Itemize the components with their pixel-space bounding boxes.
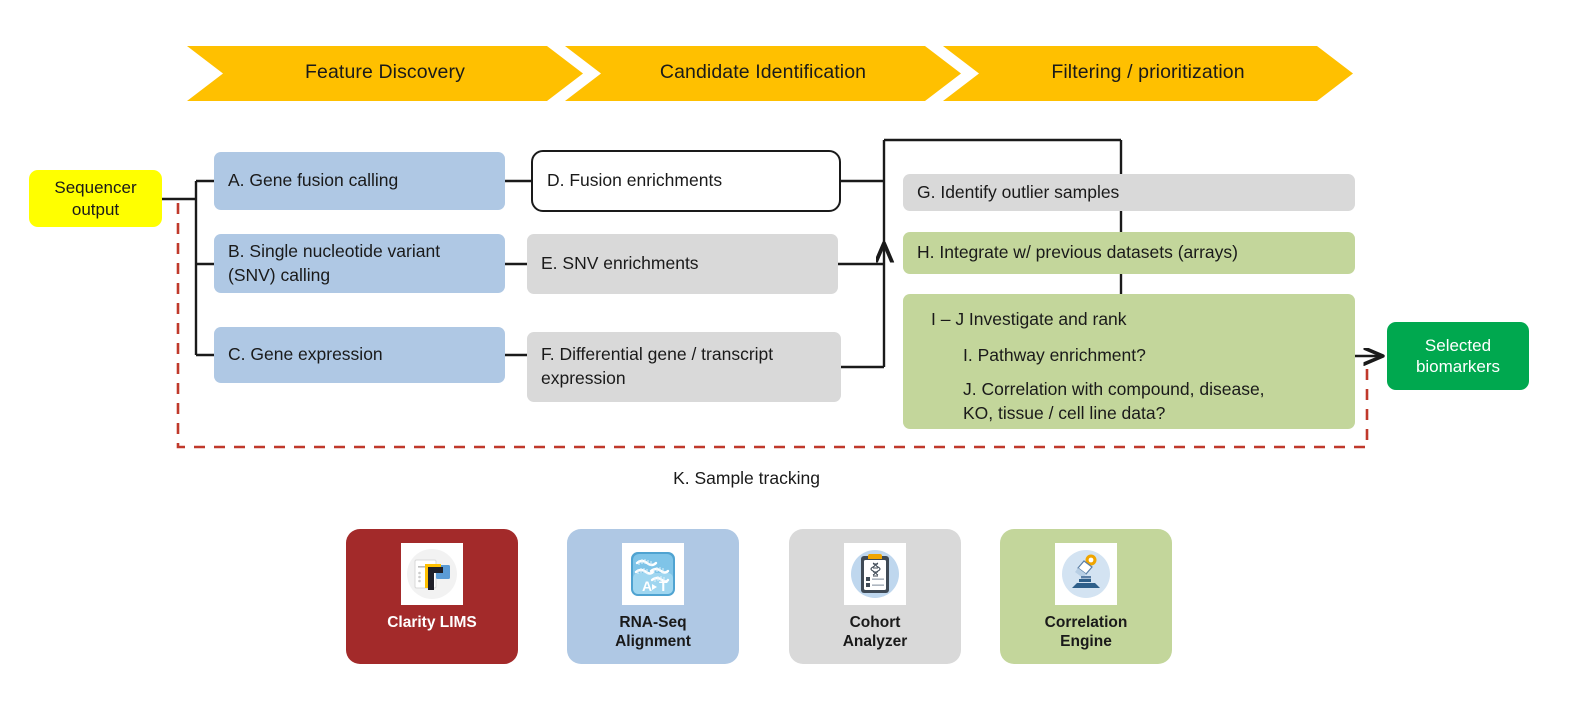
svg-text:T: T	[659, 578, 668, 594]
phase-segment-feature-discovery: Feature Discovery	[187, 46, 583, 101]
sequencer-output-label: Sequencer output	[54, 178, 137, 219]
sample-tracking-caption: K. Sample tracking	[0, 468, 1573, 489]
step-f-label: F. Differential gene / transcript expres…	[541, 344, 774, 388]
clipboard-cohort-icon	[844, 543, 906, 605]
step-c-gene-expression: C. Gene expression	[214, 327, 505, 383]
phase-label: Feature Discovery	[305, 61, 465, 83]
step-g-identify-outlier-samples: G. Identify outlier samples	[903, 174, 1355, 211]
step-a-gene-fusion-calling: A. Gene fusion calling	[214, 152, 505, 210]
product-tile-correlation-engine[interactable]: Correlation Engine	[1000, 529, 1172, 664]
step-h-label: H. Integrate w/ previous datasets (array…	[917, 242, 1238, 263]
phase-label: Filtering / prioritization	[1051, 61, 1245, 83]
step-i-sub-label: I. Pathway enrichment?	[963, 344, 1146, 365]
product-label: RNA-Seq Alignment	[615, 614, 691, 650]
microscope-icon	[1055, 543, 1117, 605]
step-b-snv-calling: B. Single nucleotide variant (SNV) calli…	[214, 234, 505, 293]
lims-document-icon	[401, 543, 463, 605]
workflow-diagram: Feature Discovery Candidate Identificati…	[0, 0, 1573, 707]
step-d-label: D. Fusion enrichments	[547, 170, 723, 191]
step-h-integrate-previous-datasets: H. Integrate w/ previous datasets (array…	[903, 232, 1355, 274]
step-b-label: B. Single nucleotide variant (SNV) calli…	[228, 240, 441, 285]
step-e-snv-enrichments: E. SNV enrichments	[527, 234, 838, 294]
selected-biomarkers-node: Selected biomarkers	[1387, 322, 1529, 390]
phase-label: Candidate Identification	[659, 61, 867, 83]
step-g-label: G. Identify outlier samples	[917, 181, 1120, 202]
step-d-fusion-enrichments: D. Fusion enrichments	[531, 150, 841, 212]
step-e-label: E. SNV enrichments	[541, 253, 699, 274]
svg-text:A: A	[642, 578, 652, 594]
step-ij-heading: I – J Investigate and rank	[931, 309, 1127, 329]
selected-biomarkers-label: Selected biomarkers	[1415, 335, 1501, 376]
product-label: Clarity LIMS	[387, 614, 477, 631]
sample-tracking-label: K. Sample tracking	[673, 468, 820, 488]
product-tile-cohort-analyzer[interactable]: Cohort Analyzer	[789, 529, 961, 664]
phase-segment-candidate-identification: Candidate Identification	[565, 46, 961, 101]
phase-banner: Feature Discovery Candidate Identificati…	[187, 46, 1353, 101]
product-label: Correlation Engine	[1044, 614, 1128, 650]
step-ij-investigate-and-rank: I – J Investigate and rank I. Pathway en…	[903, 294, 1355, 429]
step-c-label: C. Gene expression	[228, 344, 383, 365]
sequencer-output-node: Sequencer output	[29, 170, 162, 227]
rnaseq-alignment-icon: A T	[622, 543, 684, 605]
step-a-label: A. Gene fusion calling	[228, 170, 399, 191]
product-tile-clarity-lims[interactable]: Clarity LIMS	[346, 529, 518, 664]
product-tile-rna-seq-alignment[interactable]: A T RNA-Seq Alignment	[567, 529, 739, 664]
step-f-differential-expression: F. Differential gene / transcript expres…	[527, 332, 841, 402]
product-label: Cohort Analyzer	[842, 614, 908, 650]
phase-segment-filtering-prioritization: Filtering / prioritization	[943, 46, 1353, 101]
step-j-sub-label: J. Correlation with compound, disease, K…	[963, 379, 1265, 423]
